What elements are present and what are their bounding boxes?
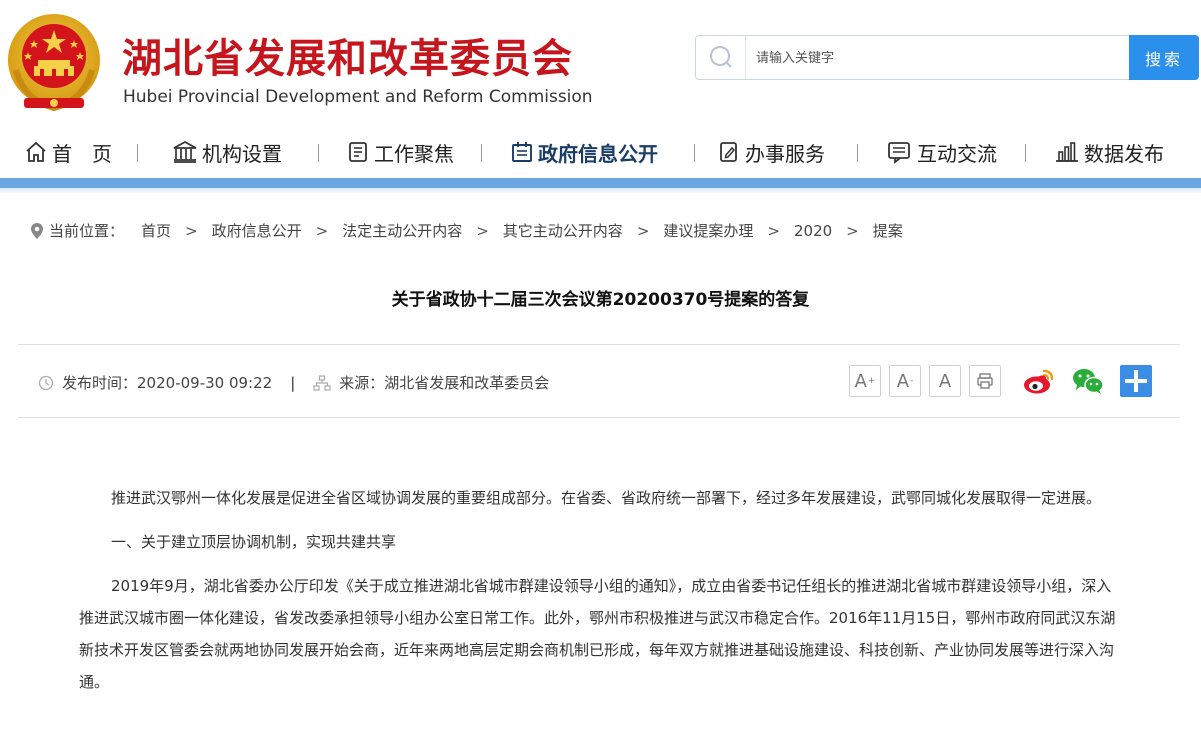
home-icon <box>26 141 46 162</box>
breadcrumb-item-year[interactable]: 2020 <box>794 222 832 240</box>
nav-item-label: 政府信息公开 <box>538 141 658 166</box>
calendar-icon <box>512 142 532 162</box>
font-default-button[interactable]: A <box>929 365 961 397</box>
breadcrumb-item-gov-info[interactable]: 政府信息公开 <box>212 220 302 241</box>
national-emblem-icon <box>8 14 100 112</box>
minus-sign: - <box>910 376 914 386</box>
breadcrumb-separator: > <box>846 221 859 240</box>
nav-item-label: 工作聚焦 <box>374 141 454 166</box>
search-input[interactable] <box>756 48 1116 68</box>
article-content: 推进武汉鄂州一体化发展是促进全省区域协调发展的重要组成部分。在省委、省政府统一部… <box>79 482 1124 710</box>
nav-divider <box>137 144 138 162</box>
nav-divider <box>481 144 482 162</box>
site-title: 湖北省发展和改革委员会 <box>122 36 573 82</box>
breadcrumb-item-proposals[interactable]: 建议提案办理 <box>663 220 753 241</box>
share-wechat-button[interactable] <box>1071 365 1105 397</box>
clock-icon <box>38 375 54 390</box>
nav-item-label: 办事服务 <box>745 141 825 166</box>
nav-accent-bar <box>0 178 1201 188</box>
breadcrumb-item-home[interactable]: 首页 <box>141 220 171 241</box>
search-icon[interactable] <box>696 36 746 79</box>
breadcrumb-separator: > <box>476 221 489 240</box>
breadcrumb-item-other[interactable]: 其它主动公开内容 <box>503 220 623 241</box>
document-icon <box>349 142 367 162</box>
share-weibo-button[interactable] <box>1022 365 1056 397</box>
nav-item-interaction[interactable]: 互动交流 <box>887 139 997 166</box>
plus-icon <box>1120 365 1152 397</box>
nav-item-gov-info[interactable]: 政府信息公开 <box>510 139 658 166</box>
bar-chart-icon <box>1056 142 1078 162</box>
source-value: 湖北省发展和改革委员会 <box>384 374 550 392</box>
breadcrumb-separator: > <box>315 221 329 240</box>
nav-divider <box>694 144 695 162</box>
weibo-icon <box>1024 369 1054 394</box>
wechat-icon <box>1073 369 1104 394</box>
nav-divider <box>857 144 858 162</box>
nav-accent-shadow <box>0 188 1201 193</box>
nav-divider <box>1025 144 1026 162</box>
location-pin-icon <box>31 222 43 239</box>
chat-icon <box>888 142 910 164</box>
printer-icon <box>977 373 993 389</box>
search-box: 搜索 <box>695 35 1199 80</box>
article-meta: 发布时间： 2020-09-30 09:22 | 来源： 湖北省发展和改革委员会 <box>38 372 549 393</box>
breadcrumb-item-current[interactable]: 提案 <box>873 220 903 241</box>
breadcrumb-separator: > <box>185 221 198 240</box>
nav-item-data[interactable]: 数据发布 <box>1054 139 1164 166</box>
meta-separator: | <box>290 373 296 392</box>
source-label: 来源： <box>339 374 385 392</box>
building-icon <box>173 141 197 163</box>
main-navigation: 首 页 机构设置 工作聚焦 政府信息公开 办事服务 互动交流 数据发布 <box>0 125 1201 178</box>
breadcrumb-label: 当前位置： <box>49 222 125 240</box>
nav-item-label: 机构设置 <box>202 141 282 166</box>
article-title: 关于省政协十二届三次会议第20200370号提案的答复 <box>391 290 810 310</box>
publish-label: 发布时间： <box>62 374 138 392</box>
font-larger-button[interactable]: A + <box>849 365 881 397</box>
breadcrumb-separator: > <box>767 221 780 240</box>
share-more-button[interactable] <box>1119 365 1153 397</box>
breadcrumb-separator: > <box>636 221 650 240</box>
article-meta-bar: 发布时间： 2020-09-30 09:22 | 来源： 湖北省发展和改革委员会… <box>18 344 1180 418</box>
nav-item-label: 互动交流 <box>917 141 997 166</box>
nav-item-work-focus[interactable]: 工作聚焦 <box>346 139 454 166</box>
article-paragraph: 2019年9月，湖北省委办公厅印发《关于成立推进湖北省城市群建设领导小组的通知》… <box>79 577 1116 691</box>
nav-item-organization[interactable]: 机构设置 <box>172 139 282 166</box>
print-button[interactable] <box>969 365 1001 397</box>
article-paragraph: 一、关于建立顶层协调机制，实现共建共享 <box>111 533 397 551</box>
source-icon <box>313 374 331 391</box>
edit-icon <box>720 142 737 162</box>
breadcrumb-item-statutory[interactable]: 法定主动公开内容 <box>342 220 462 241</box>
nav-item-label: 首 页 <box>52 141 112 166</box>
publish-time: 2020-09-30 09:22 <box>137 373 273 392</box>
nav-item-home[interactable]: 首 页 <box>24 139 112 166</box>
font-smaller-button[interactable]: A- <box>889 365 921 397</box>
article-paragraph: 推进武汉鄂州一体化发展是促进全省区域协调发展的重要组成部分。在省委、省政府统一部… <box>111 489 1102 507</box>
site-header: 湖北省发展和改革委员会 Hubei Provincial Development… <box>0 0 1201 125</box>
nav-item-services[interactable]: 办事服务 <box>717 139 825 166</box>
nav-divider <box>318 144 319 162</box>
search-button[interactable]: 搜索 <box>1129 35 1199 80</box>
plus-sign: + <box>867 376 876 386</box>
nav-item-label: 数据发布 <box>1084 141 1164 166</box>
breadcrumb: 当前位置： 首页 > 政府信息公开 > 法定主动公开内容 > 其它主动公开内容 … <box>30 220 906 241</box>
site-subtitle: Hubei Provincial Development and Reform … <box>123 87 593 107</box>
